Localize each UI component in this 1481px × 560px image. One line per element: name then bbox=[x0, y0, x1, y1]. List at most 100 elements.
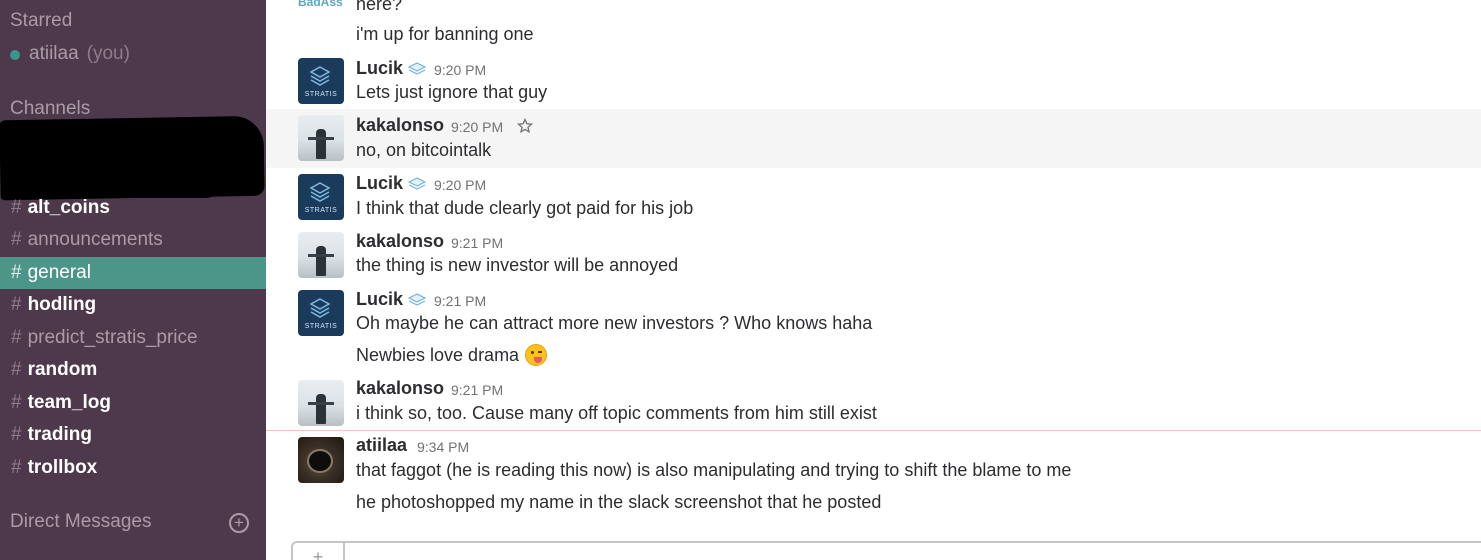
redaction-mark bbox=[4, 150, 234, 198]
channel-hodling[interactable]: # hodling bbox=[0, 289, 266, 321]
self-tag: (you) bbox=[86, 43, 130, 64]
message-timestamp[interactable]: 9:20 PM bbox=[434, 62, 486, 78]
message-author[interactable]: Lucik bbox=[356, 58, 403, 79]
message-item: kakalonso 9:21 PM the thing is new inves… bbox=[266, 226, 1481, 284]
avatar-watch bbox=[307, 449, 333, 473]
message-text: no, on bitcointalk bbox=[356, 140, 492, 160]
hash-icon: # bbox=[11, 457, 22, 478]
avatar[interactable]: STRATIS bbox=[298, 174, 344, 220]
message-composer[interactable]: + bbox=[291, 541, 1481, 560]
channel-name: trading bbox=[27, 424, 92, 445]
channel-announcements[interactable]: # announcements bbox=[0, 224, 266, 256]
direct-messages-heading[interactable]: Direct Messages bbox=[10, 511, 152, 533]
presence-dot-icon bbox=[10, 49, 20, 60]
avatar[interactable] bbox=[298, 380, 344, 426]
message-author[interactable]: kakalonso bbox=[356, 231, 444, 252]
starred-heading[interactable]: Starred bbox=[10, 10, 72, 32]
channel-name: hodling bbox=[27, 294, 97, 315]
avatar-figure bbox=[308, 137, 334, 140]
message-text: Lets just ignore that guy bbox=[356, 82, 548, 102]
avatar[interactable]: STRATIS bbox=[298, 290, 344, 336]
message-author[interactable]: kakalonso bbox=[356, 115, 444, 136]
avatar-label: STRATIS bbox=[304, 91, 338, 98]
stratis-badge-icon bbox=[408, 62, 426, 75]
stratis-badge-icon bbox=[408, 177, 426, 190]
message-text: the thing is new investor will be annoye… bbox=[356, 255, 679, 275]
avatar-figure bbox=[308, 254, 334, 257]
message-timestamp[interactable]: 9:20 PM bbox=[451, 119, 503, 135]
channel-team-log[interactable]: # team_log bbox=[0, 387, 266, 419]
message-text: he photoshopped my name in the slack scr… bbox=[356, 492, 882, 512]
channel-name: team_log bbox=[27, 392, 111, 413]
stratis-logo-icon bbox=[309, 298, 331, 318]
hash-icon: # bbox=[11, 197, 22, 218]
hash-icon: # bbox=[11, 392, 22, 413]
stratis-badge-icon bbox=[408, 293, 426, 306]
message-author[interactable]: Lucik bbox=[356, 289, 403, 310]
message-text: I think that dude clearly got paid for h… bbox=[356, 198, 694, 218]
channel-name: general bbox=[27, 262, 91, 283]
message-pane: BadAss here? i'm up for banning one STRA… bbox=[266, 0, 1481, 560]
message-author[interactable]: BadAss bbox=[298, 0, 343, 9]
message-timestamp[interactable]: 9:21 PM bbox=[451, 382, 503, 398]
star-icon[interactable] bbox=[517, 118, 533, 134]
message-text: here? bbox=[356, 0, 403, 14]
message-timestamp[interactable]: 9:20 PM bbox=[434, 177, 486, 193]
channel-name: predict_stratis_price bbox=[27, 327, 198, 348]
channel-name: random bbox=[27, 359, 98, 380]
add-direct-message-icon[interactable]: + bbox=[229, 513, 249, 533]
message-author[interactable]: atiilaa bbox=[356, 435, 407, 456]
avatar[interactable] bbox=[298, 437, 344, 483]
channel-trollbox[interactable]: # trollbox bbox=[0, 452, 266, 484]
message-timestamp[interactable]: 9:21 PM bbox=[451, 235, 503, 251]
channel-alt-coins[interactable]: # alt_coins bbox=[0, 192, 266, 224]
message-item: atiilaa 9:34 PM that faggot (he is readi… bbox=[266, 431, 1481, 521]
message-author[interactable]: Lucik bbox=[356, 173, 403, 194]
avatar-figure bbox=[316, 394, 326, 424]
message-item: STRATIS Lucik 9:21 PM Oh maybe he can at… bbox=[266, 284, 1481, 374]
hash-icon: # bbox=[11, 359, 22, 380]
message-text-line: Newbies love drama bbox=[356, 344, 548, 366]
yum-emoji-icon bbox=[525, 344, 548, 366]
message-text: Newbies love drama bbox=[356, 345, 520, 365]
channels-heading[interactable]: Channels bbox=[10, 98, 90, 120]
avatar-figure bbox=[316, 246, 326, 276]
starred-self-item[interactable]: atiilaa (you) bbox=[10, 43, 130, 65]
hash-icon: # bbox=[11, 424, 22, 445]
channel-general[interactable]: # general bbox=[0, 257, 266, 289]
avatar-label: STRATIS bbox=[304, 323, 338, 330]
channel-name: announcements bbox=[27, 229, 163, 250]
message-text: Oh maybe he can attract more new investo… bbox=[356, 313, 873, 333]
message-item: STRATIS Lucik 9:20 PM Lets just ignore t… bbox=[266, 52, 1481, 108]
message-item: kakalonso 9:21 PM i think so, too. Cause… bbox=[266, 374, 1481, 430]
avatar[interactable] bbox=[298, 115, 344, 161]
message-item: STRATIS Lucik 9:20 PM I think that dude … bbox=[266, 168, 1481, 226]
stratis-logo-icon bbox=[309, 182, 331, 202]
stratis-logo-icon bbox=[309, 66, 331, 86]
avatar-figure bbox=[316, 129, 326, 159]
message-timestamp[interactable]: 9:34 PM bbox=[417, 439, 469, 455]
channel-name: trollbox bbox=[27, 457, 98, 478]
message-item: BadAss here? i'm up for banning one bbox=[266, 0, 1481, 52]
channel-name: alt_coins bbox=[27, 197, 110, 218]
hash-icon: # bbox=[11, 229, 22, 250]
message-timestamp[interactable]: 9:21 PM bbox=[434, 293, 486, 309]
avatar[interactable]: STRATIS bbox=[298, 58, 344, 104]
message-author[interactable]: kakalonso bbox=[356, 378, 444, 399]
hash-icon: # bbox=[11, 327, 22, 348]
self-name: atiilaa bbox=[29, 43, 79, 64]
avatar-figure bbox=[308, 402, 334, 405]
avatar-label: STRATIS bbox=[304, 207, 338, 214]
message-text: i'm up for banning one bbox=[356, 24, 534, 44]
channel-random[interactable]: # random bbox=[0, 354, 266, 386]
hash-icon: # bbox=[11, 294, 22, 315]
avatar[interactable] bbox=[298, 232, 344, 278]
app-window: Starred atiilaa (you) Channels # alt_coi… bbox=[0, 0, 1481, 560]
hash-icon: # bbox=[11, 262, 22, 283]
message-text: that faggot (he is reading this now) is … bbox=[356, 460, 1072, 480]
attach-plus-button[interactable]: + bbox=[293, 543, 345, 560]
sidebar: Starred atiilaa (you) Channels # alt_coi… bbox=[0, 0, 266, 560]
channel-trading[interactable]: # trading bbox=[0, 419, 266, 451]
channel-predict-stratis-price[interactable]: # predict_stratis_price bbox=[0, 322, 266, 354]
message-item: kakalonso 9:20 PM no, on bitcointalk bbox=[266, 109, 1481, 168]
